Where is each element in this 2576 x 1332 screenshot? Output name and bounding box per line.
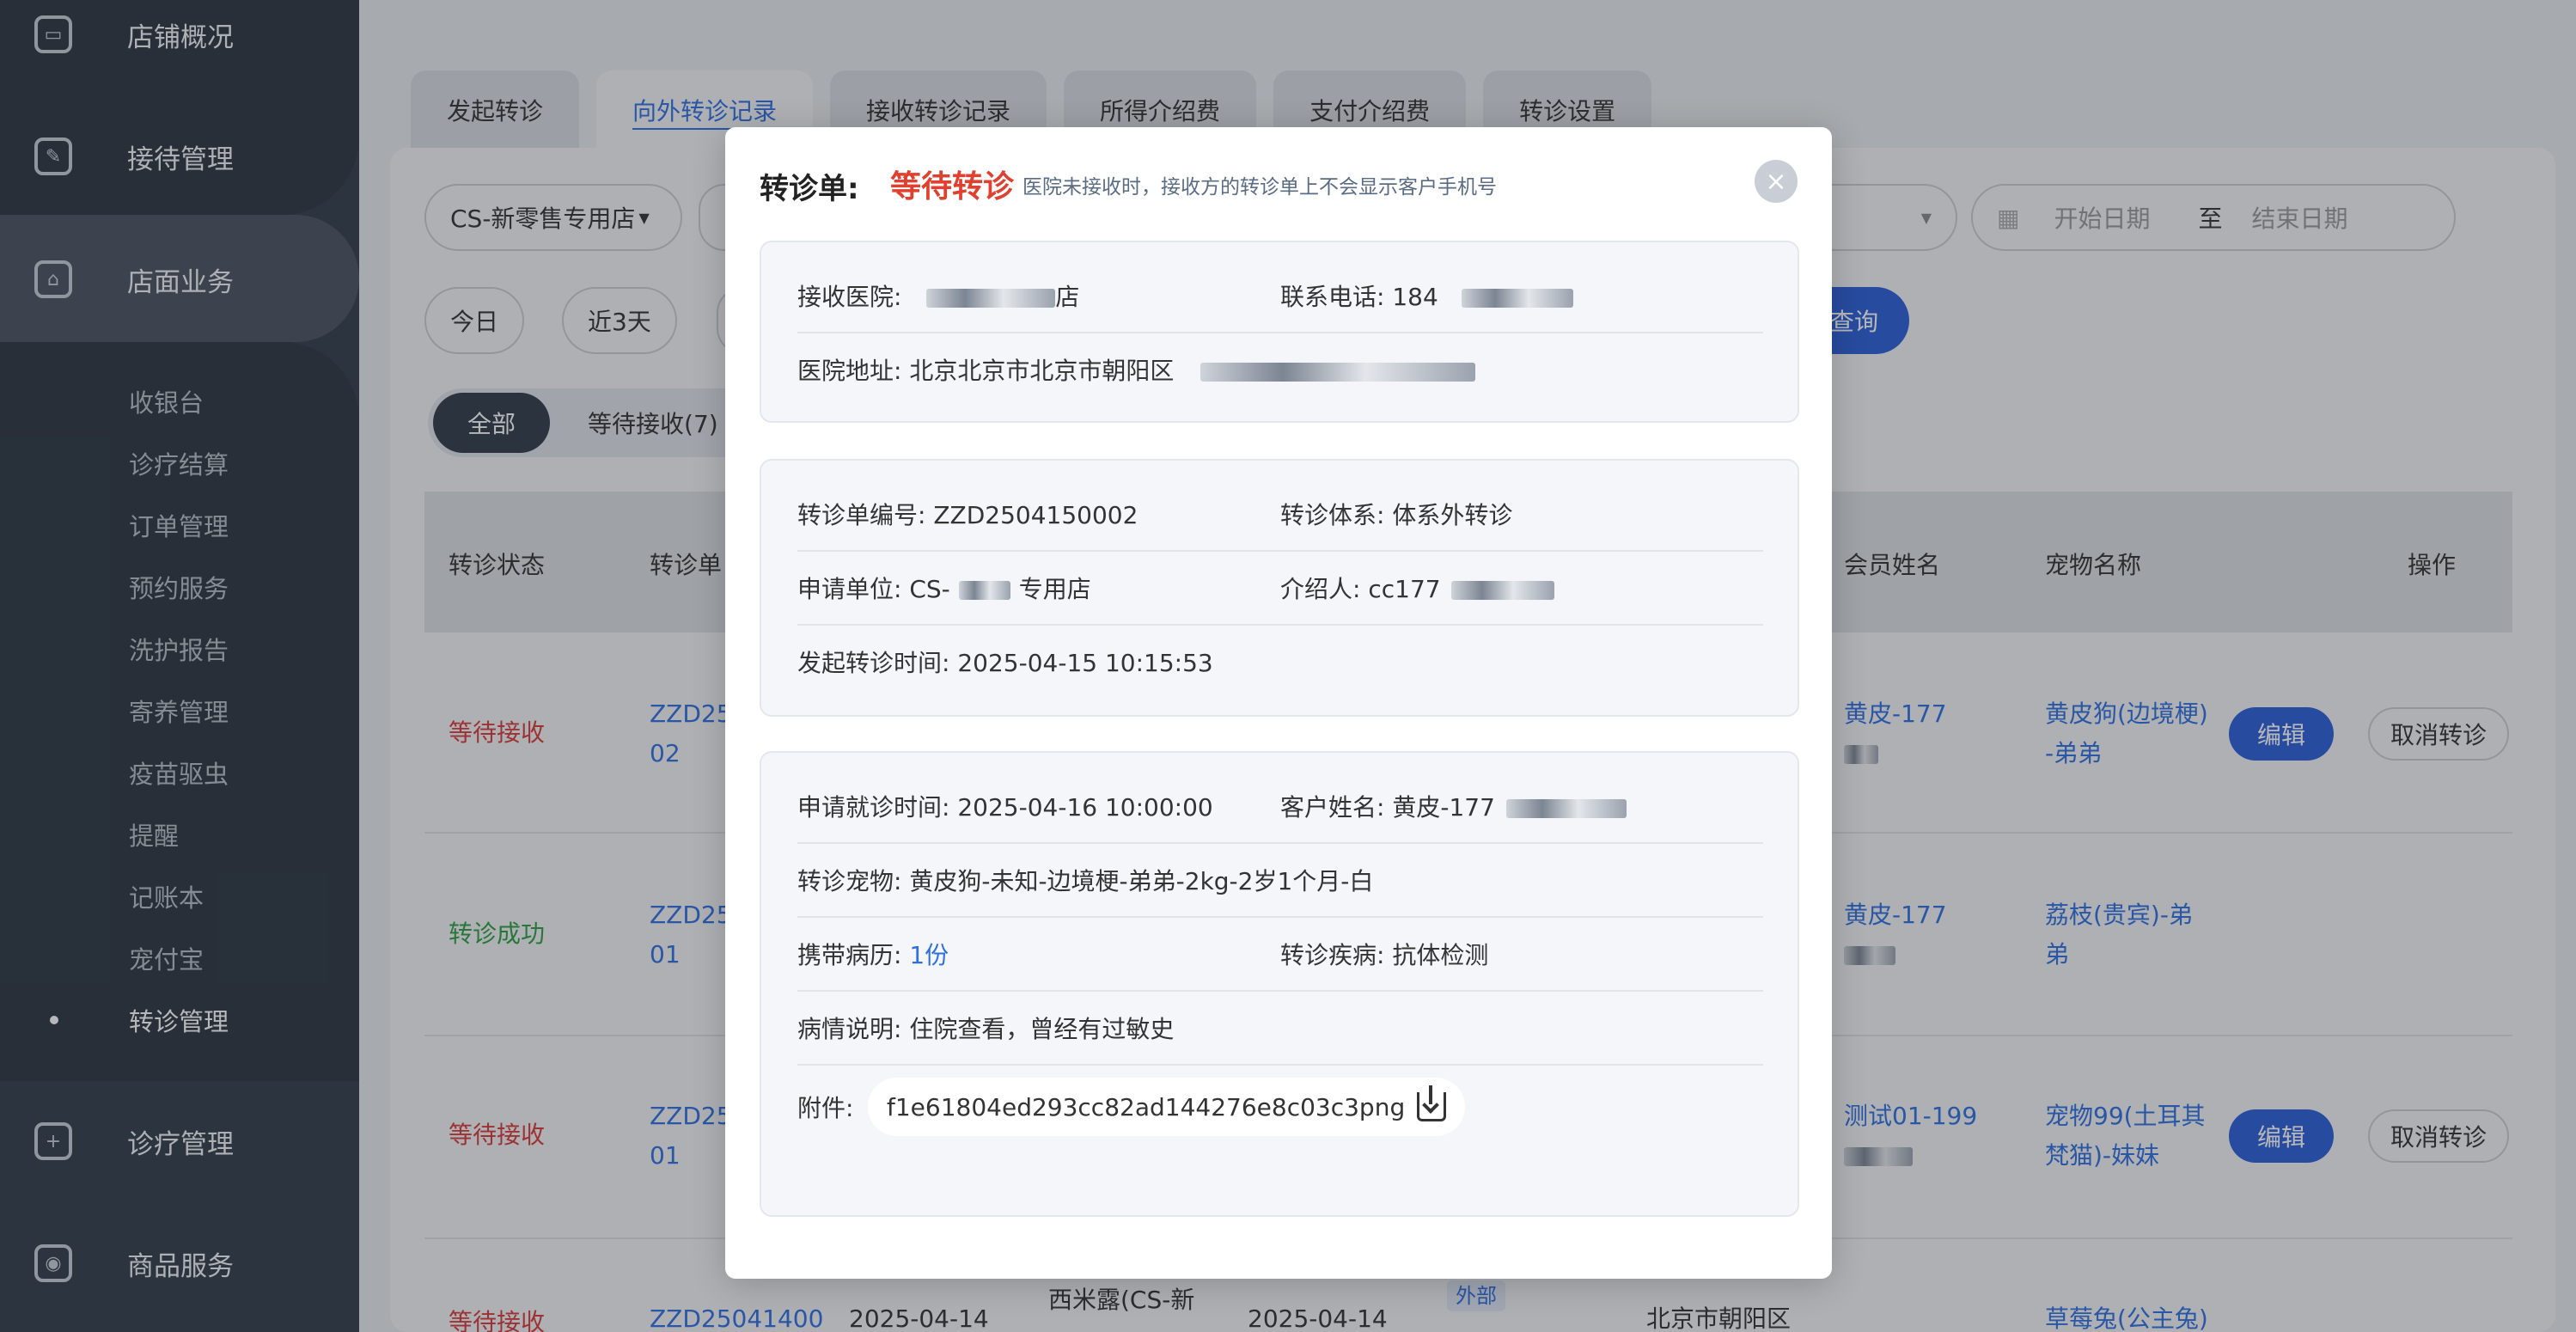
pet-field: 转诊宠物: 黄皮狗-未知-边境梗-弟弟-2kg-2岁1个月-白 (797, 867, 1374, 895)
referrer-field: 介绍人: cc177 (1280, 571, 1555, 605)
medical-history-link[interactable]: 1份 (909, 941, 949, 969)
phone-field: 联系电话: 184 (1280, 278, 1573, 313)
attachment-filename: f1e61804ed293cc82ad144276e8c03c3png (887, 1092, 1406, 1121)
visit-info-card: 申请就诊时间: 2025-04-16 10:00:00 客户姓名: 黄皮-177… (760, 751, 1799, 1217)
receive-hospital-field: 接收医院: 店 (797, 283, 1080, 311)
modal-status: 等待转诊 (890, 169, 1015, 205)
divider (797, 990, 1763, 992)
disease-field: 转诊疾病: 抗体检测 (1280, 941, 1489, 969)
condition-desc-field: 病情说明: 住院查看，曾经有过敏史 (797, 1015, 1175, 1043)
customer-name-field: 客户姓名: 黄皮-177 (1280, 789, 1627, 823)
attachment-label: 附件: (797, 1094, 854, 1122)
download-icon[interactable] (1417, 1085, 1447, 1121)
divider (797, 1064, 1763, 1066)
order-info-card: 转诊单编号: ZZD2504150002 转诊体系: 体系外转诊 申请单位: C… (760, 459, 1799, 717)
referral-time-field: 发起转诊时间: 2025-04-15 10:15:53 (797, 649, 1213, 677)
hospital-card: 接收医院: 店 联系电话: 184 医院地址: 北京北京市北京市朝阳区 (760, 241, 1799, 423)
modal-note: 医院未接收时，接收方的转诊单上不会显示客户手机号 (1022, 176, 1497, 199)
hospital-address-field: 医院地址: 北京北京市北京市朝阳区 (797, 352, 1476, 387)
medical-history-field: 携带病历: 1份 (797, 941, 949, 969)
attachment-file-chip[interactable]: f1e61804ed293cc82ad144276e8c03c3png (868, 1078, 1466, 1136)
applicant-field: 申请单位: CS- 专用店 (797, 575, 1091, 603)
divider (797, 550, 1763, 552)
divider (797, 916, 1763, 918)
referral-system-field: 转诊体系: 体系外转诊 (1280, 501, 1513, 529)
modal-title: 转诊单: (760, 172, 859, 206)
referral-code-field: 转诊单编号: ZZD2504150002 (797, 501, 1138, 529)
close-icon[interactable]: × (1755, 160, 1798, 203)
divider (797, 332, 1763, 333)
visit-time-field: 申请就诊时间: 2025-04-16 10:00:00 (797, 793, 1213, 822)
referral-detail-modal: 转诊单: 等待转诊 医院未接收时，接收方的转诊单上不会显示客户手机号 × 接收医… (725, 127, 1832, 1279)
divider (797, 842, 1763, 844)
divider (797, 624, 1763, 626)
